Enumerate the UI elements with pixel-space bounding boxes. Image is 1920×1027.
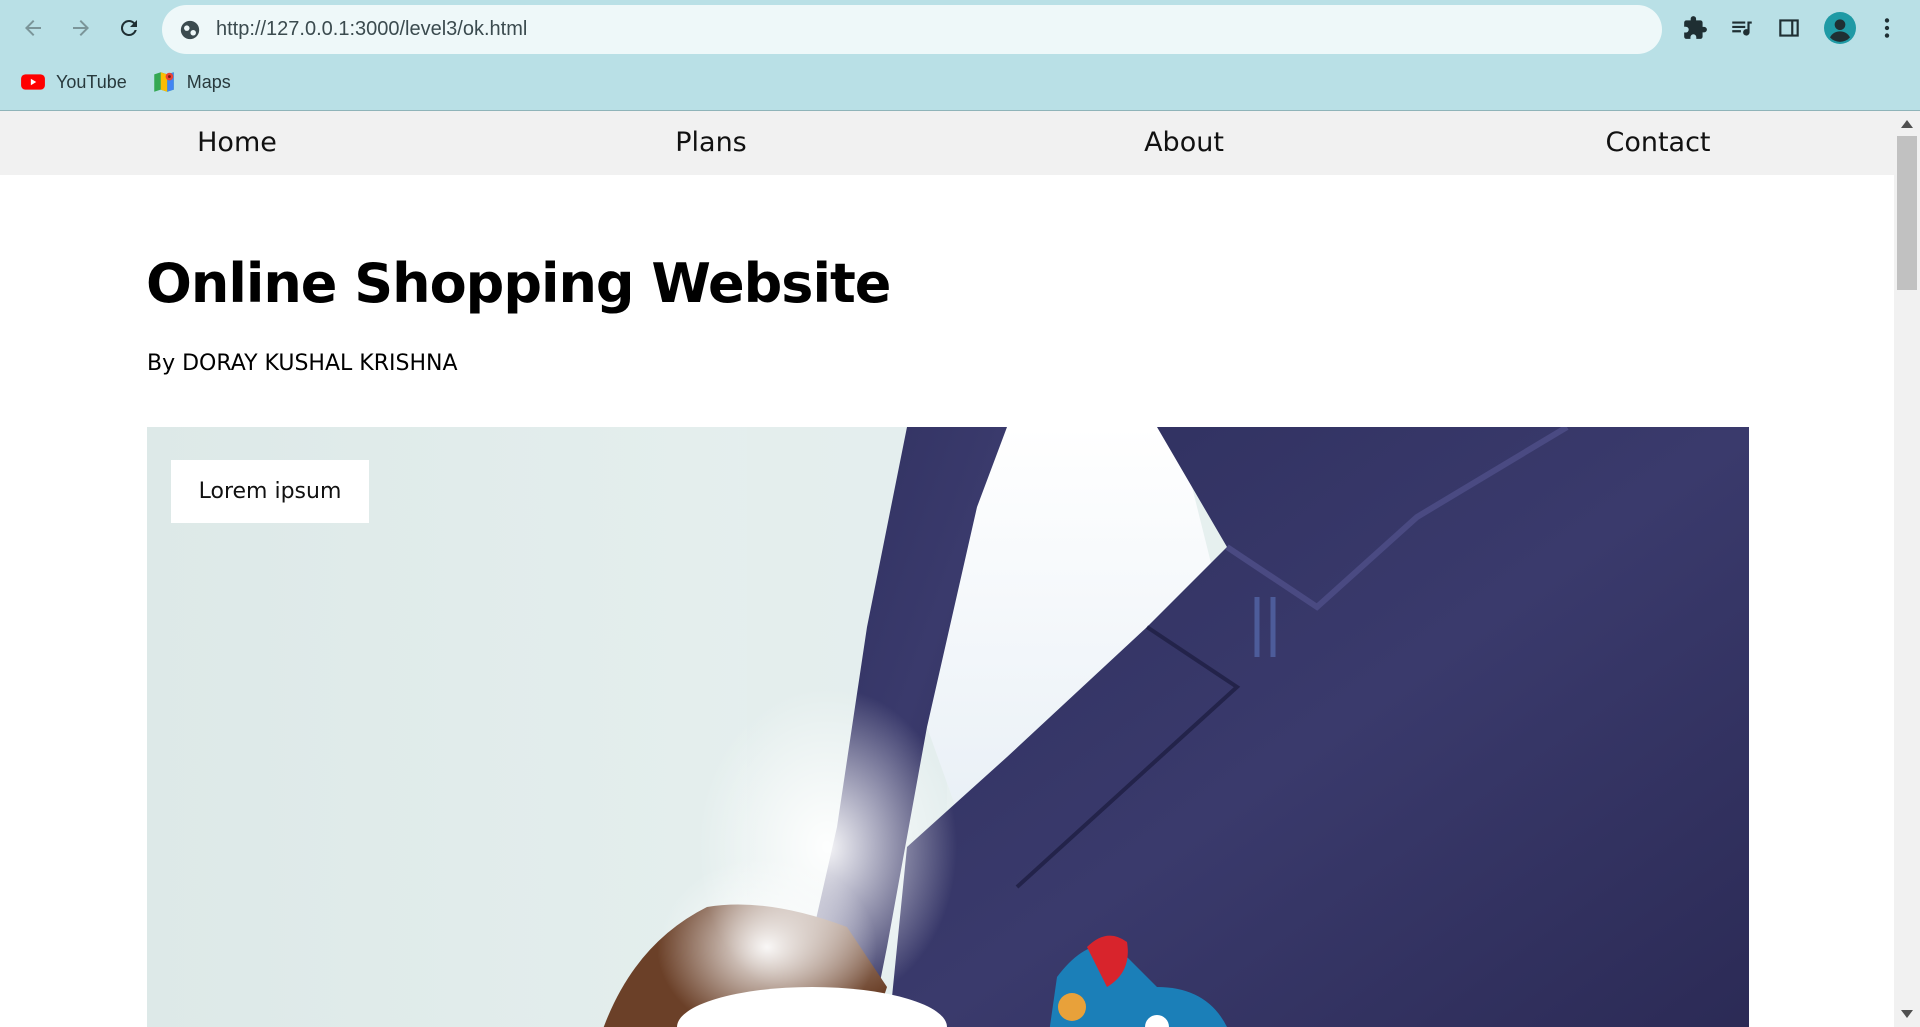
page-scrollbar[interactable] <box>1894 111 1920 1027</box>
menu-button[interactable] <box>1869 10 1905 46</box>
author-byline: By DORAY KUSHAL KRISHNA <box>147 351 458 376</box>
bookmark-label: YouTube <box>56 71 127 92</box>
site-info-icon[interactable] <box>178 18 202 42</box>
bookmark-maps[interactable]: Maps <box>143 66 239 98</box>
url-text: http://127.0.0.1:3000/level3/ok.html <box>216 18 528 40</box>
forward-button[interactable] <box>63 10 99 46</box>
scroll-thumb[interactable] <box>1897 136 1917 290</box>
nav-plans[interactable]: Plans <box>675 111 747 175</box>
side-panel-icon <box>1779 19 1799 37</box>
menu-icon <box>1884 18 1890 38</box>
page-title: Online Shopping Website <box>146 252 891 315</box>
youtube-icon <box>20 69 46 95</box>
address-bar[interactable]: http://127.0.0.1:3000/level3/ok.html <box>162 5 1662 54</box>
hero-badge: Lorem ipsum <box>171 460 369 523</box>
bookmark-youtube[interactable]: YouTube <box>12 66 135 98</box>
hero-image: Lorem ipsum <box>147 427 1749 1027</box>
bookmarks-bar: YouTube Maps <box>0 62 239 102</box>
profile-button[interactable] <box>1822 10 1858 46</box>
maps-icon <box>151 69 177 95</box>
side-panel-button[interactable] <box>1771 10 1807 46</box>
page-viewport: Home Plans About Contact Online Shopping… <box>0 111 1920 1027</box>
extensions-icon <box>1684 16 1707 39</box>
nav-home[interactable]: Home <box>197 111 277 175</box>
media-button[interactable] <box>1724 10 1760 46</box>
scroll-up-arrow[interactable] <box>1894 115 1920 133</box>
hero-photo <box>147 427 1749 1027</box>
nav-contact[interactable]: Contact <box>1605 111 1710 175</box>
nav-about[interactable]: About <box>1144 111 1224 175</box>
browser-chrome: http://127.0.0.1:3000/level3/ok.html You… <box>0 0 1920 111</box>
forward-arrow-icon <box>73 20 89 36</box>
browser-toolbar: http://127.0.0.1:3000/level3/ok.html <box>0 0 1920 58</box>
profile-icon <box>1824 12 1856 44</box>
site-navbar: Home Plans About Contact <box>0 111 1894 175</box>
bookmark-label: Maps <box>186 71 231 92</box>
reload-icon <box>120 19 137 36</box>
back-arrow-icon <box>25 20 41 36</box>
scroll-down-arrow[interactable] <box>1894 1005 1920 1023</box>
extensions-button[interactable] <box>1677 10 1713 46</box>
reload-button[interactable] <box>111 10 147 46</box>
media-icon <box>1732 21 1752 36</box>
back-button[interactable] <box>15 10 51 46</box>
